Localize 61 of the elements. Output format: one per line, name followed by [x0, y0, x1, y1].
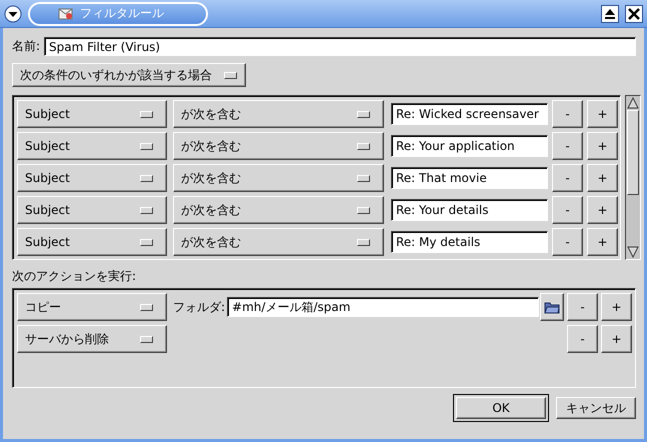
dropdown-indicator-icon: [140, 238, 153, 246]
shade-icon[interactable]: [601, 4, 619, 22]
field-dropdown[interactable]: Subject: [17, 132, 167, 160]
operator-dropdown[interactable]: が次を含む: [173, 196, 384, 224]
field-dropdown[interactable]: Subject: [17, 196, 167, 224]
operator-dropdown[interactable]: が次を含む: [173, 132, 384, 160]
remove-button[interactable]: -: [567, 325, 598, 353]
remove-button[interactable]: -: [552, 228, 583, 256]
add-button[interactable]: +: [601, 325, 632, 353]
dropdown-indicator-icon: [140, 142, 153, 150]
condition-value-field[interactable]: Re: My details: [391, 231, 548, 253]
condition-value-field[interactable]: Re: Your details: [391, 199, 548, 221]
add-button[interactable]: +: [587, 164, 618, 192]
add-button[interactable]: +: [601, 293, 632, 321]
folder-field[interactable]: #mh/メール箱/spam: [227, 297, 539, 317]
remove-button[interactable]: -: [552, 132, 583, 160]
folder-browse-button[interactable]: [540, 293, 564, 321]
window-title: フィルタルール: [80, 5, 164, 22]
dialog-button[interactable]: OK: [456, 397, 546, 419]
window-menu-icon[interactable]: [4, 4, 22, 22]
dropdown-indicator-icon: [357, 110, 370, 118]
dialog-button[interactable]: キャンセル: [556, 397, 636, 419]
condition-value-field[interactable]: Re: Wicked screensaver: [391, 103, 548, 125]
dropdown-indicator-icon: [357, 174, 370, 182]
scroll-down-icon[interactable]: [626, 245, 640, 259]
add-button[interactable]: +: [587, 132, 618, 160]
dropdown-indicator-icon: [357, 206, 370, 214]
field-dropdown[interactable]: Subject: [17, 228, 167, 256]
dropdown-indicator-icon: [357, 238, 370, 246]
dropdown-indicator-icon: [140, 336, 153, 342]
operator-dropdown[interactable]: が次を含む: [173, 100, 384, 128]
add-button[interactable]: +: [587, 196, 618, 224]
condition-value-field[interactable]: Re: Your application: [391, 135, 548, 157]
action-dropdown[interactable]: サーバから削除: [17, 325, 167, 353]
operator-dropdown[interactable]: が次を含む: [173, 164, 384, 192]
remove-button[interactable]: -: [552, 164, 583, 192]
dropdown-indicator-icon: [140, 110, 153, 118]
dropdown-indicator-icon: [140, 304, 153, 310]
operator-dropdown[interactable]: が次を含む: [173, 228, 384, 256]
remove-button[interactable]: -: [567, 293, 598, 321]
field-dropdown[interactable]: Subject: [17, 100, 167, 128]
remove-button[interactable]: -: [552, 100, 583, 128]
add-button[interactable]: +: [587, 228, 618, 256]
dropdown-indicator-icon: [140, 206, 153, 214]
field-dropdown[interactable]: Subject: [17, 164, 167, 192]
folder-icon: [544, 300, 560, 314]
dropdown-indicator-icon: [357, 142, 370, 150]
remove-button[interactable]: -: [552, 196, 583, 224]
filter-envelope-icon: [58, 6, 74, 20]
match-mode-dropdown[interactable]: 次の条件のいずれかが該当する場合: [12, 63, 246, 87]
add-button[interactable]: +: [587, 100, 618, 128]
dropdown-indicator-icon: [140, 174, 153, 182]
dropdown-indicator-icon: [224, 72, 237, 78]
name-field[interactable]: Spam Filter (Virus): [44, 37, 636, 56]
action-dropdown[interactable]: コピー: [17, 293, 167, 321]
name-label: 名前:: [12, 38, 40, 55]
actions-label: 次のアクションを実行:: [12, 268, 138, 284]
folder-label: フォルダ:: [173, 298, 226, 316]
close-icon[interactable]: [625, 4, 643, 22]
condition-value-field[interactable]: Re: That movie: [391, 167, 548, 189]
scrollbar[interactable]: [625, 95, 641, 260]
